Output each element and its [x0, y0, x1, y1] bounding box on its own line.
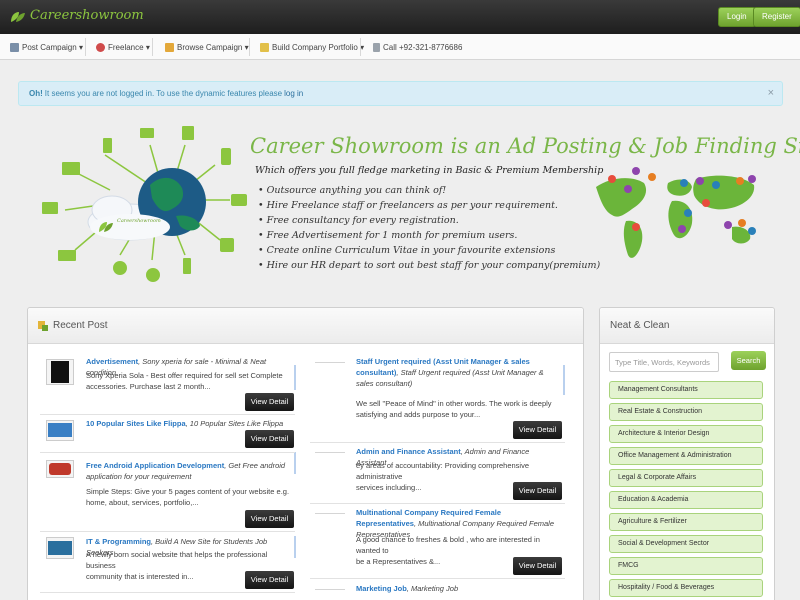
- alert-text: It seems you are not logged in. To use t…: [44, 89, 283, 98]
- nav-browse-campaign-label: Browse Campaign: [177, 42, 243, 52]
- nav-browse-campaign[interactable]: Browse Campaign ▾: [165, 34, 249, 60]
- post-description: Simple Steps: Give your 5 pages content …: [86, 487, 290, 507]
- post-title[interactable]: Staff Urgent required (Asst Unit Manager…: [356, 356, 561, 389]
- portfolio-icon: [260, 42, 269, 52]
- site-logo[interactable]: Careershowroom: [10, 8, 144, 23]
- world-map-illustration: [596, 167, 756, 258]
- category-item[interactable]: Architecture & Interior Design: [609, 425, 763, 443]
- post-thumbnail[interactable]: [46, 359, 74, 385]
- recent-post-icon: [38, 320, 48, 331]
- right-scrollbar[interactable]: [563, 365, 565, 395]
- alert-login-link[interactable]: log in: [284, 89, 303, 98]
- nav-freelance-label: Freelance: [108, 42, 144, 52]
- post-title[interactable]: Marketing Job, Marketing Job: [356, 583, 561, 594]
- view-detail-button[interactable]: View Detail: [245, 393, 294, 411]
- chevron-down-icon: ▾: [78, 42, 83, 52]
- banner-feature-list: Outsource anything you can think of! Hir…: [258, 183, 601, 273]
- post-title-link[interactable]: IT & Programming: [86, 537, 151, 546]
- category-item[interactable]: Real Estate & Construction: [609, 403, 763, 421]
- category-item[interactable]: Education & Academia: [609, 491, 763, 509]
- neat-clean-title: Neat & Clean: [610, 320, 670, 331]
- cloud-logo-text: Careershowroom: [117, 218, 161, 224]
- search-input[interactable]: [609, 352, 719, 372]
- banner-feature: Free Advertisement for 1 month for premi…: [258, 228, 600, 243]
- banner-feature: Create online Curriculum Vitae in your f…: [258, 243, 600, 258]
- hero-banner: Careershowroom Career Showroom is an Ad …: [0, 110, 800, 300]
- logo-text: Careershowroom: [30, 8, 144, 23]
- nav-post-campaign[interactable]: Post Campaign ▾: [10, 34, 83, 60]
- view-detail-button[interactable]: View Detail: [513, 482, 562, 500]
- recent-post-header: Recent Post: [28, 308, 583, 344]
- category-item[interactable]: Office Management & Administration: [609, 447, 763, 465]
- nav-build-portfolio[interactable]: Build Company Portfolio ▾: [260, 34, 364, 60]
- login-button[interactable]: Login: [718, 7, 756, 27]
- category-item[interactable]: FMCG: [609, 557, 763, 575]
- nav-post-campaign-label: Post Campaign: [22, 42, 77, 52]
- post-title-link[interactable]: Advertisement: [86, 357, 138, 366]
- nav-bar: Post Campaign ▾ Freelance ▾ Browse Campa…: [0, 34, 800, 60]
- post-subtitle: , 10 Popular Sites Like Flippa: [185, 419, 284, 428]
- category-item[interactable]: Legal & Corporate Affairs: [609, 469, 763, 487]
- phone-icon: [373, 42, 380, 52]
- hero-illustration: [42, 126, 247, 282]
- login-alert: Oh! It seems you are not logged in. To u…: [18, 81, 783, 106]
- post-thumbnail[interactable]: [46, 460, 74, 478]
- post-title-link[interactable]: Admin and Finance Assistant: [356, 447, 461, 456]
- post-thumbnail[interactable]: [46, 420, 74, 441]
- post-title[interactable]: Free Android Application Development, Ge…: [86, 460, 296, 482]
- post-title-link[interactable]: Marketing Job: [356, 584, 407, 593]
- category-item[interactable]: Hospitality / Food & Beverages: [609, 579, 763, 597]
- post-title-link[interactable]: Free Android Application Development: [86, 461, 224, 470]
- view-detail-button[interactable]: View Detail: [245, 430, 294, 448]
- view-detail-button[interactable]: View Detail: [513, 421, 562, 439]
- category-item[interactable]: Agriculture & Fertilizer: [609, 513, 763, 531]
- close-icon[interactable]: ×: [768, 87, 774, 99]
- leaf-logo-icon: [11, 11, 25, 22]
- post-subtitle: , Marketing Job: [406, 584, 459, 593]
- post-campaign-icon: [10, 42, 19, 52]
- browse-campaign-icon: [165, 42, 174, 52]
- recent-post-title: Recent Post: [53, 320, 108, 331]
- post-description: We sell "Peace of Mind" in other words. …: [356, 399, 552, 419]
- view-detail-button[interactable]: View Detail: [513, 557, 562, 575]
- nav-call-label: Call +92-321-8776686: [383, 42, 463, 52]
- banner-feature: Outsource anything you can think of!: [258, 183, 600, 198]
- banner-subtitle: Which offers you full fledge marketing i…: [255, 165, 604, 176]
- banner-feature: Hire our HR depart to sort out best staf…: [258, 258, 601, 273]
- post-thumbnail[interactable]: [46, 537, 74, 559]
- neat-clean-header: Neat & Clean: [600, 308, 774, 344]
- alert-strong: Oh!: [29, 89, 43, 98]
- view-detail-button[interactable]: View Detail: [245, 510, 294, 528]
- nav-call[interactable]: Call +92-321-8776686: [373, 34, 462, 60]
- post-title-link[interactable]: 10 Popular Sites Like Flippa: [86, 419, 186, 428]
- view-detail-button[interactable]: View Detail: [245, 571, 294, 589]
- search-button[interactable]: Search: [731, 351, 766, 370]
- post-title[interactable]: 10 Popular Sites Like Flippa, 10 Popular…: [86, 418, 296, 429]
- category-item[interactable]: Social & Development Sector: [609, 535, 763, 553]
- banner-feature: Free consultancy for every registration.: [258, 213, 600, 228]
- register-button[interactable]: Register: [753, 7, 800, 27]
- post-description: Sony Xperia Sola - Best offer required f…: [86, 371, 283, 391]
- freelance-icon: [96, 42, 105, 52]
- chevron-down-icon: ▾: [145, 42, 150, 52]
- nav-freelance[interactable]: Freelance ▾: [96, 34, 150, 60]
- top-bar: Careershowroom Login Register: [0, 0, 800, 34]
- banner-title: Career Showroom is an Ad Posting & Job F…: [250, 134, 800, 158]
- nav-build-portfolio-label: Build Company Portfolio: [272, 42, 358, 52]
- banner-feature: Hire Freelance staff or freelancers as p…: [258, 198, 600, 213]
- category-item[interactable]: Management Consultants: [609, 381, 763, 399]
